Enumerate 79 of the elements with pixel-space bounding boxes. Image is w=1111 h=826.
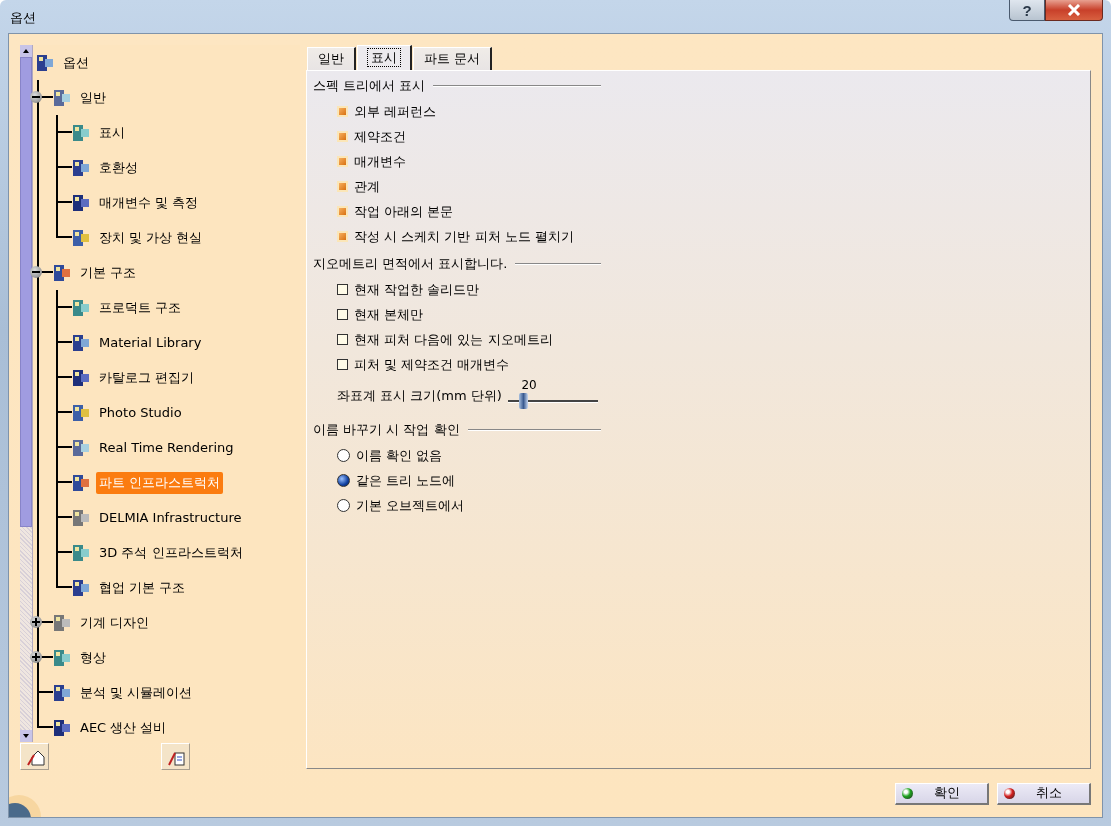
checkbox-label: 현재 피처 다음에 있는 지오메트리	[354, 330, 553, 349]
checkbox-label: 제약조건	[354, 127, 406, 146]
blocks-icon	[53, 648, 71, 667]
checkbox-label: 현재 작업한 솔리드만	[354, 280, 480, 299]
checkbox[interactable]	[337, 334, 348, 345]
tree-item[interactable]: 장치 및 가상 현실	[96, 226, 206, 249]
radio-button[interactable]	[337, 499, 350, 512]
scroll-down-icon[interactable]	[20, 730, 32, 742]
tree-item[interactable]: Real Time Rendering	[96, 438, 237, 457]
blocks-icon	[72, 438, 90, 457]
blocks-icon	[53, 88, 71, 107]
checkbox-label: 피처 및 제약조건 매개변수	[354, 355, 510, 374]
radio-button[interactable]	[337, 474, 350, 487]
checkbox[interactable]	[337, 284, 348, 295]
tree-item[interactable]: 표시	[96, 121, 128, 144]
close-button[interactable]	[1045, 0, 1103, 21]
checkbox-label: 매개변수	[354, 152, 406, 171]
section-title: 스펙 트리에서 표시	[313, 77, 426, 95]
blocks-icon	[53, 613, 71, 632]
ok-button[interactable]: 확인	[895, 782, 989, 805]
blocks-icon	[72, 193, 90, 212]
tree-item[interactable]: 매개변수 및 측정	[96, 191, 202, 214]
radio-button[interactable]	[337, 449, 350, 462]
checkbox-label: 작성 시 스케치 기반 피처 노드 펼치기	[354, 227, 574, 246]
tree-item[interactable]: 분석 및 시뮬레이션	[77, 681, 196, 704]
tab[interactable]: 파트 문서	[413, 47, 493, 70]
blocks-icon	[72, 508, 90, 527]
radio-label: 같은 트리 노드에	[356, 471, 456, 490]
checkbox-label: 관계	[354, 177, 380, 196]
tab[interactable]: 일반	[307, 47, 356, 70]
home-tool-button[interactable]	[20, 743, 49, 770]
blocks-icon	[72, 368, 90, 387]
tree-item[interactable]: 카탈로그 편집기	[96, 366, 198, 389]
window-title: 옵션	[10, 9, 36, 27]
tree-item[interactable]: 옵션	[60, 51, 92, 74]
checkbox-label: 외부 레퍼런스	[354, 102, 437, 121]
blocks-icon	[72, 123, 90, 142]
section-title: 지오메트리 면적에서 표시합니다.	[313, 255, 508, 273]
tree-item[interactable]: 기계 디자인	[77, 611, 153, 634]
tree-item[interactable]: 일반	[77, 86, 109, 109]
radio-label: 기본 오브젝트에서	[356, 496, 465, 515]
document-tool-button[interactable]	[161, 743, 190, 770]
blocks-icon	[72, 298, 90, 317]
checkbox[interactable]	[337, 309, 348, 320]
section-title: 이름 바꾸기 시 작업 확인	[313, 421, 460, 439]
scrollbar[interactable]	[20, 45, 33, 742]
tree-item[interactable]: Material Library	[96, 333, 205, 352]
checkbox-label: 현재 본체만	[354, 305, 424, 324]
tree-item[interactable]: 호환성	[96, 156, 141, 179]
slider-label: 좌표계 표시 크기(mm 단위)	[337, 387, 502, 405]
blocks-icon	[53, 683, 71, 702]
close-icon	[1067, 4, 1081, 16]
checkbox-label: 작업 아래의 본문	[354, 202, 454, 221]
scroll-up-icon[interactable]	[20, 45, 32, 57]
blocks-icon	[53, 718, 71, 737]
tab[interactable]: 표시	[357, 45, 412, 70]
blocks-icon	[72, 403, 90, 422]
tree-item[interactable]: Photo Studio	[96, 403, 185, 422]
slider-thumb[interactable]	[519, 393, 529, 409]
tree-item[interactable]: AEC 생산 설비	[77, 716, 170, 739]
blocks-icon	[72, 228, 90, 247]
tree-item[interactable]: 3D 주석 인프라스트럭처	[96, 541, 246, 564]
tree-item[interactable]: DELMIA Infrastructure	[96, 508, 245, 527]
checkbox[interactable]	[337, 359, 348, 370]
blocks-icon	[36, 53, 54, 72]
blocks-icon	[72, 543, 90, 562]
blocks-icon	[72, 473, 90, 492]
blocks-icon	[72, 158, 90, 177]
radio-label: 이름 확인 없음	[356, 446, 443, 465]
blocks-icon	[53, 263, 71, 282]
blocks-icon	[72, 333, 90, 352]
slider-value: 20	[521, 378, 537, 392]
tree-item[interactable]: 프로덕트 구조	[96, 296, 185, 319]
help-button[interactable]: ?	[1009, 0, 1045, 21]
tree-item[interactable]: 협업 기본 구조	[96, 576, 189, 599]
cancel-button[interactable]: 취소	[997, 782, 1091, 805]
tree-item[interactable]: 형상	[77, 646, 109, 669]
tree-item[interactable]: 기본 구조	[77, 261, 140, 284]
blocks-icon	[72, 578, 90, 597]
